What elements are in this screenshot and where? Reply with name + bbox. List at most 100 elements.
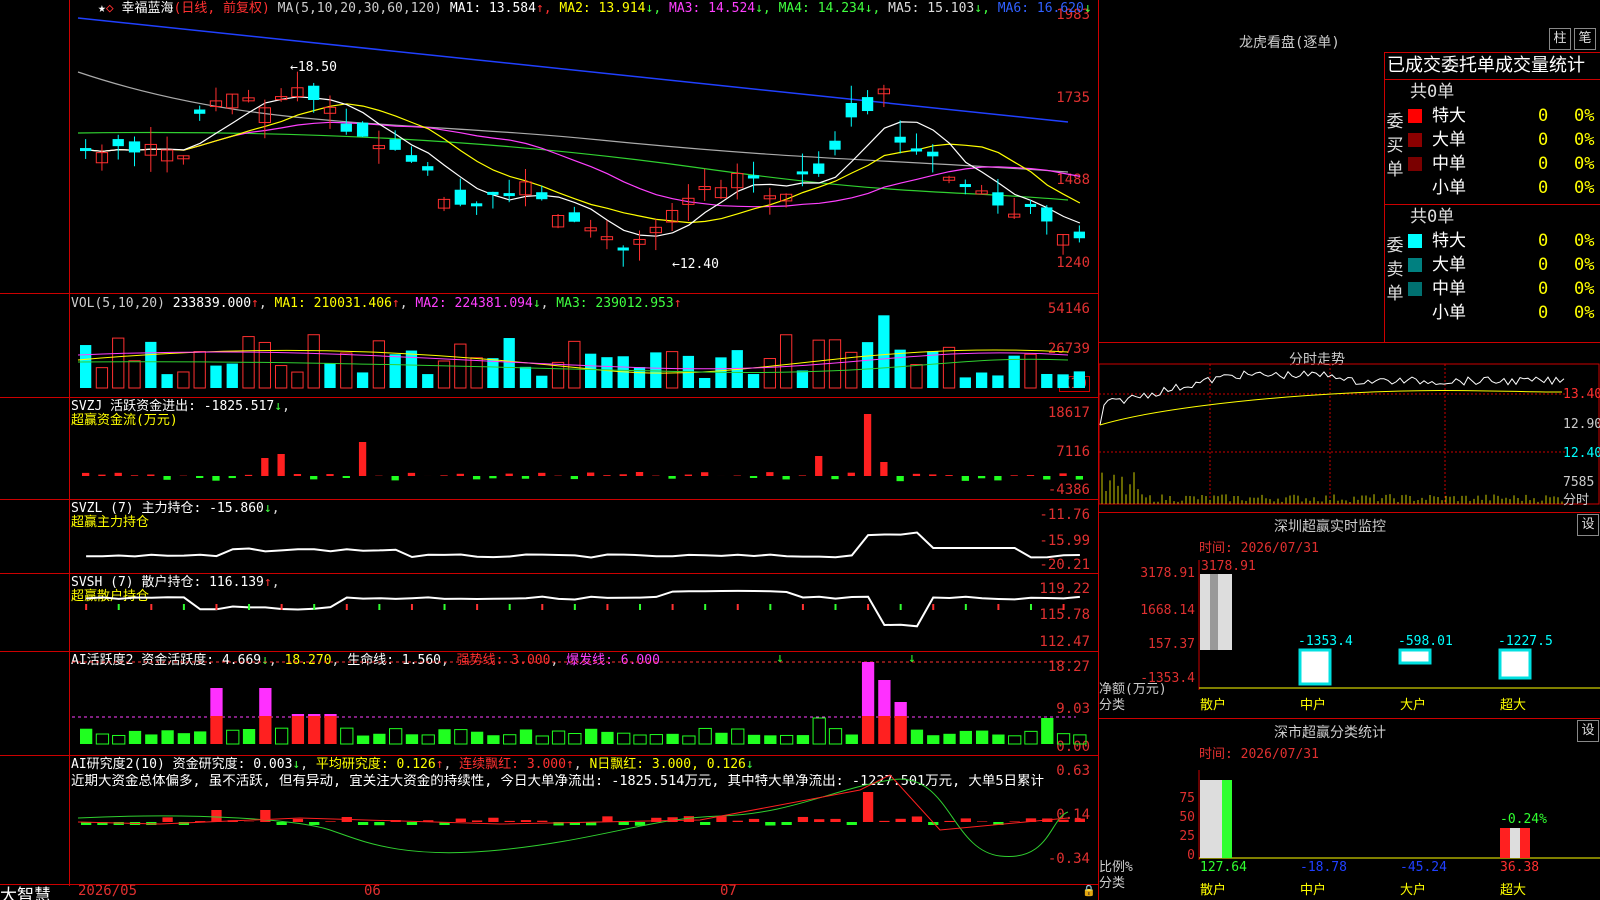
signal-arrow-2: ↓ <box>908 651 916 666</box>
activity-bar-hollow <box>828 728 843 745</box>
activity-bar-strong <box>291 716 305 744</box>
brand-logo[interactable]: 大智慧 <box>0 881 51 900</box>
activity-bar-hollow <box>340 727 354 745</box>
volume-bar-up <box>307 334 320 389</box>
flow-bar-out <box>668 476 676 479</box>
class-settings-button[interactable]: 设 <box>1577 720 1599 742</box>
activity-bar-hollow <box>617 732 631 745</box>
flow-bar-out <box>310 476 318 480</box>
flow-bar-out <box>749 476 758 478</box>
flow-bar-in <box>130 475 139 476</box>
volume-bar-down <box>861 342 874 388</box>
candle-body-down <box>927 151 939 157</box>
activity-bar-hollow <box>682 735 696 745</box>
candle-body-down <box>568 212 580 222</box>
activity-bar-hollow <box>389 728 403 745</box>
monitor-title: 深圳超赢实时监控 <box>1274 519 1386 535</box>
research-bar-up <box>944 820 955 822</box>
flow-bar-in <box>701 472 709 476</box>
candle-body-down <box>1041 207 1053 222</box>
size-label: 大单 <box>1432 130 1466 150</box>
buy-rows-row-3: 小单 0 0% <box>1408 176 1600 200</box>
candle-body-down <box>454 189 466 205</box>
volume-bar-up <box>112 337 125 389</box>
volume-bar-up <box>193 351 206 389</box>
activity-bar-strong <box>878 716 891 744</box>
activity-bar-burst <box>308 714 321 716</box>
research-bar-down <box>846 822 857 825</box>
sell-rows-row-0: 特大 0 0% <box>1408 229 1600 253</box>
activity-bar-hollow <box>1073 734 1087 745</box>
candle-body-down <box>747 175 760 179</box>
research-bar-down <box>406 822 418 825</box>
order-count: 0 <box>1538 106 1549 126</box>
research-bar-up <box>162 817 173 822</box>
order-count: 0 <box>1538 231 1549 251</box>
activity-bar-hollow <box>1008 735 1022 745</box>
candle-body-down <box>503 193 515 197</box>
volume-bar-down <box>959 377 971 388</box>
flow-bar-in <box>815 456 823 476</box>
candle-body-down <box>128 141 141 153</box>
candle-body-down <box>389 139 401 150</box>
activity-bar-hollow <box>633 734 647 745</box>
dragon-title: 龙虎看盘(逐单) <box>1239 35 1340 51</box>
research-bar-down <box>276 822 287 825</box>
flow-bar-in <box>1010 475 1018 476</box>
volume-bar-down <box>601 357 613 388</box>
activity-bar-hollow <box>226 729 240 745</box>
volume-bar-down <box>585 353 597 388</box>
sell-total: 共0单 <box>1410 207 1455 227</box>
activity-bar-low <box>1041 718 1054 744</box>
buy-rows-row-1: 大单 0 0% <box>1408 128 1600 152</box>
candle-body-down <box>470 203 483 207</box>
flow-bar-in <box>440 475 448 476</box>
activity-bar-burst <box>894 702 907 716</box>
activity-bar-low <box>128 730 142 744</box>
activity-bar-low <box>519 729 533 744</box>
candle-body-down <box>992 192 1004 206</box>
ma4-line <box>77 131 1069 201</box>
color-swatch <box>1408 234 1422 248</box>
research-bar-up <box>911 816 923 822</box>
volume-bar-down <box>1041 373 1053 388</box>
activity-bar-hollow <box>95 733 110 745</box>
activity-bar-hollow <box>274 727 289 745</box>
research-bar-up <box>1009 821 1020 822</box>
activity-bar-low <box>145 734 158 744</box>
date-axis: 大智慧 2026/05 06 07 🔒 <box>0 881 1098 900</box>
volume-bar-down <box>747 374 760 388</box>
flow-bar-in <box>98 474 106 476</box>
flow-bar-out <box>831 476 839 480</box>
activity-bar-low <box>845 734 858 744</box>
candle-body-down <box>813 163 825 174</box>
volume-bar-down <box>487 358 499 388</box>
research-bar-up <box>732 820 743 822</box>
tick-view-button[interactable]: 笔 <box>1574 28 1596 50</box>
buy-order-stats: 共0单 特大 0 0% 大单 0 0% 中单 0 0% 小单 0 0% <box>1382 80 1600 204</box>
activity-bar-low <box>585 728 598 744</box>
monitor-time: 时间: 2026/07/31 <box>1199 541 1319 556</box>
activity-bar-hollow <box>421 734 435 745</box>
flow-bar-in <box>407 472 416 476</box>
research-bar-up <box>1074 818 1085 822</box>
high-price-mark: ←18.50 <box>290 60 337 75</box>
activity-bar-strong <box>210 716 223 744</box>
bar-view-button[interactable]: 柱 <box>1549 28 1571 50</box>
volume-bar-down <box>519 366 532 388</box>
activity-bar-strong <box>324 716 337 744</box>
activity-bar-strong <box>308 716 321 744</box>
monitor-settings-button[interactable]: 设 <box>1577 514 1599 536</box>
flow-bar-out <box>1075 476 1083 480</box>
volume-bar-up <box>258 341 271 389</box>
volume-bar-up <box>340 352 353 389</box>
lock-icon[interactable]: 🔒 <box>1082 884 1096 897</box>
activity-bar-low <box>927 735 940 744</box>
volume-bar-up <box>128 360 141 389</box>
activity-bar-burst <box>878 680 891 716</box>
order-count: 0 <box>1538 279 1549 299</box>
flow-bar-in <box>798 475 807 476</box>
activity-bar-low <box>764 735 777 744</box>
flow-bar-out <box>961 476 969 481</box>
flow-bar-out <box>994 476 1002 481</box>
